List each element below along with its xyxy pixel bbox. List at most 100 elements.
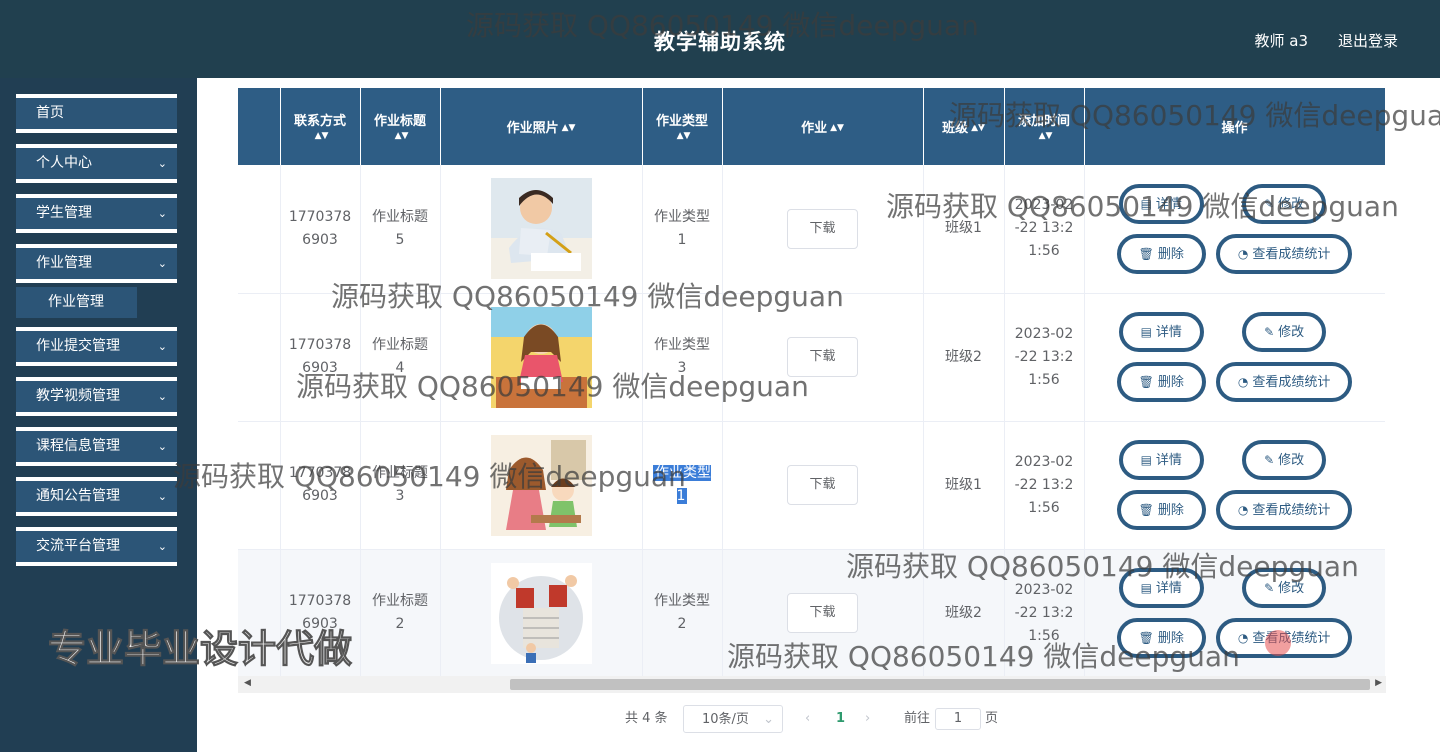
cell-homework: 下载 [722, 293, 924, 422]
sidebar-item-home[interactable]: 首页 [16, 94, 177, 133]
sort-icon[interactable]: ▲▼ [1039, 131, 1053, 141]
pie-chart-icon: ◔ [1237, 503, 1249, 517]
delete-button[interactable]: 🗑 删除 [1116, 618, 1206, 658]
sort-icon[interactable]: ▲▼ [562, 124, 576, 133]
sidebar-item-submissions[interactable]: 作业提交管理 ⌄ [16, 327, 177, 366]
scroll-right-icon[interactable]: ▶ [1375, 678, 1382, 688]
cell-type: 作业类型2 [642, 549, 723, 678]
homework-photo [490, 434, 592, 536]
sidebar-item-homework[interactable]: 作业管理 ⌄ [16, 244, 177, 283]
detail-button[interactable]: ▤ 详情 [1118, 183, 1204, 224]
logout-link[interactable]: 退出登录 [1338, 30, 1398, 51]
sidebar-item-students[interactable]: 学生管理 ⌄ [16, 194, 177, 233]
col-header-title[interactable]: 作业标题 ▲▼ [360, 88, 441, 165]
table-row: 17703786903 作业标题5 作业类型1 下载 班级1 2023-02-2… [238, 165, 1385, 294]
prev-page-icon[interactable]: ‹ [805, 705, 810, 733]
col-header-class[interactable]: 班级 ▲▼ [923, 88, 1005, 165]
edit-button[interactable]: ✎ 修改 [1242, 312, 1327, 352]
cell-ops: ▤ 详情 ✎ 修改 🗑 删除 ◔ 查看成绩统计 [1084, 421, 1385, 550]
sidebar-item-label: 教学视频管理 [36, 388, 120, 404]
trash-icon: 🗑 [1138, 375, 1154, 389]
sidebar-item-forum[interactable]: 交流平台管理 ⌄ [16, 527, 177, 566]
sort-icon[interactable]: ▲▼ [677, 131, 691, 141]
sort-icon[interactable]: ▲▼ [830, 124, 844, 133]
cell-photo [440, 421, 643, 550]
sidebar-item-label: 交流平台管理 [36, 538, 120, 554]
sort-icon[interactable]: ▲▼ [395, 131, 409, 141]
mouse-cursor-highlight [1265, 630, 1291, 656]
download-button[interactable]: 下载 [787, 337, 858, 377]
trash-icon: 🗑 [1138, 246, 1154, 261]
delete-button[interactable]: 🗑 删除 [1116, 490, 1206, 530]
next-page-icon[interactable]: › [865, 705, 870, 733]
cell-ops: ▤ 详情 ✎ 修改 🗑 删除 ◔ 查看成绩统计 [1084, 549, 1385, 678]
col-header-photo[interactable]: 作业照片 ▲▼ [440, 88, 643, 165]
cell-title: 作业标题5 [360, 165, 441, 294]
sidebar-item-label: 首页 [36, 105, 64, 121]
table-row: 17703786903 作业标题2 作业类型2 下载 班级2 2023-02-2… [238, 549, 1385, 678]
view-stats-button[interactable]: ◔ 查看成绩统计 [1215, 490, 1353, 530]
top-header: 教学辅助系统 教师 a3 退出登录 [0, 0, 1440, 78]
chevron-down-icon: ⌄ [157, 257, 167, 270]
edit-button[interactable]: ✎ 修改 [1242, 440, 1327, 480]
cell-type: 作业类型1 [642, 421, 723, 550]
document-icon: ▤ [1140, 453, 1152, 467]
edit-icon: ✎ [1264, 581, 1275, 595]
goto-page-input[interactable]: 1 [935, 708, 981, 730]
cell-select [238, 165, 281, 294]
pie-chart-icon: ◔ [1237, 375, 1249, 389]
download-button[interactable]: 下载 [787, 465, 858, 505]
sidebar-item-courses[interactable]: 课程信息管理 ⌄ [16, 427, 177, 466]
scroll-left-icon[interactable]: ◀ [244, 678, 251, 688]
detail-button[interactable]: ▤ 详情 [1118, 568, 1204, 608]
sidebar-item-label: 作业管理 [36, 255, 92, 271]
table-row: 17703786903 作业标题4 作业类型3 下载 班级2 2023-02-2… [238, 293, 1385, 422]
cell-time: 2023-02-22 13:21:56 [1004, 293, 1085, 422]
edit-icon: ✎ [1264, 453, 1275, 467]
detail-button[interactable]: ▤ 详情 [1118, 440, 1204, 480]
pie-chart-icon: ◔ [1237, 246, 1249, 261]
col-header-ops: 操作 [1084, 88, 1385, 165]
col-header-time[interactable]: 添加时间 ▲▼ [1004, 88, 1085, 165]
cell-time: 2023-02-22 13:21:56 [1004, 549, 1085, 678]
sort-icon[interactable]: ▲▼ [315, 131, 329, 141]
cell-ops: ▤ 详情 ✎ 修改 🗑 删除 ◔ 查看成绩统计 [1084, 293, 1385, 422]
sidebar-item-personal-center[interactable]: 个人中心 ⌄ [16, 144, 177, 183]
delete-button[interactable]: 🗑 删除 [1116, 362, 1206, 402]
chevron-down-icon: ⌄ [157, 157, 167, 170]
detail-button[interactable]: ▤ 详情 [1118, 312, 1204, 352]
current-page[interactable]: 1 [836, 705, 845, 733]
homework-photo [490, 562, 592, 664]
scrollbar-thumb[interactable] [510, 679, 1370, 690]
col-header-contact[interactable]: 联系方式 ▲▼ [280, 88, 361, 165]
edit-button[interactable]: ✎ 修改 [1242, 568, 1327, 608]
cell-select [238, 293, 281, 422]
col-header-select [238, 88, 281, 165]
chevron-down-icon: ⌄ [157, 440, 167, 453]
table-header-row: 联系方式 ▲▼ 作业标题 ▲▼ 作业照片 ▲▼ 作业类型 ▲▼ 作业 ▲▼ 班级 ▲▼ 添加… [238, 88, 1385, 165]
sidebar-item-label: 课程信息管理 [36, 438, 120, 454]
page-size-select[interactable]: 10条/页 ⌄ [683, 705, 783, 733]
view-stats-button[interactable]: ◔ 查看成绩统计 [1215, 233, 1353, 274]
cell-title: 作业标题4 [360, 293, 441, 422]
col-header-type[interactable]: 作业类型 ▲▼ [642, 88, 723, 165]
view-stats-button[interactable]: ◔ 查看成绩统计 [1215, 362, 1353, 402]
col-header-homework[interactable]: 作业 ▲▼ [722, 88, 924, 165]
horizontal-scrollbar[interactable]: ◀ ▶ [238, 676, 1386, 693]
cell-title: 作业标题2 [360, 549, 441, 678]
chevron-down-icon: ⌄ [157, 207, 167, 220]
sidebar-item-videos[interactable]: 教学视频管理 ⌄ [16, 377, 177, 416]
sort-icon[interactable]: ▲▼ [971, 124, 985, 133]
download-button[interactable]: 下载 [787, 593, 858, 633]
download-button[interactable]: 下载 [787, 208, 858, 249]
edit-icon: ✎ [1264, 196, 1275, 211]
cell-type-selected-text: 作业类型1 [653, 465, 711, 504]
sidebar-item-notices[interactable]: 通知公告管理 ⌄ [16, 477, 177, 516]
delete-button[interactable]: 🗑 删除 [1116, 233, 1206, 274]
cell-homework: 下载 [722, 165, 924, 294]
sidebar-subitem-homework-manage[interactable]: 作业管理 [16, 287, 137, 318]
cell-title: 作业标题3 [360, 421, 441, 550]
cell-contact: 17703786903 [280, 421, 361, 550]
chevron-down-icon: ⌄ [157, 340, 167, 353]
edit-button[interactable]: ✎ 修改 [1242, 183, 1327, 224]
